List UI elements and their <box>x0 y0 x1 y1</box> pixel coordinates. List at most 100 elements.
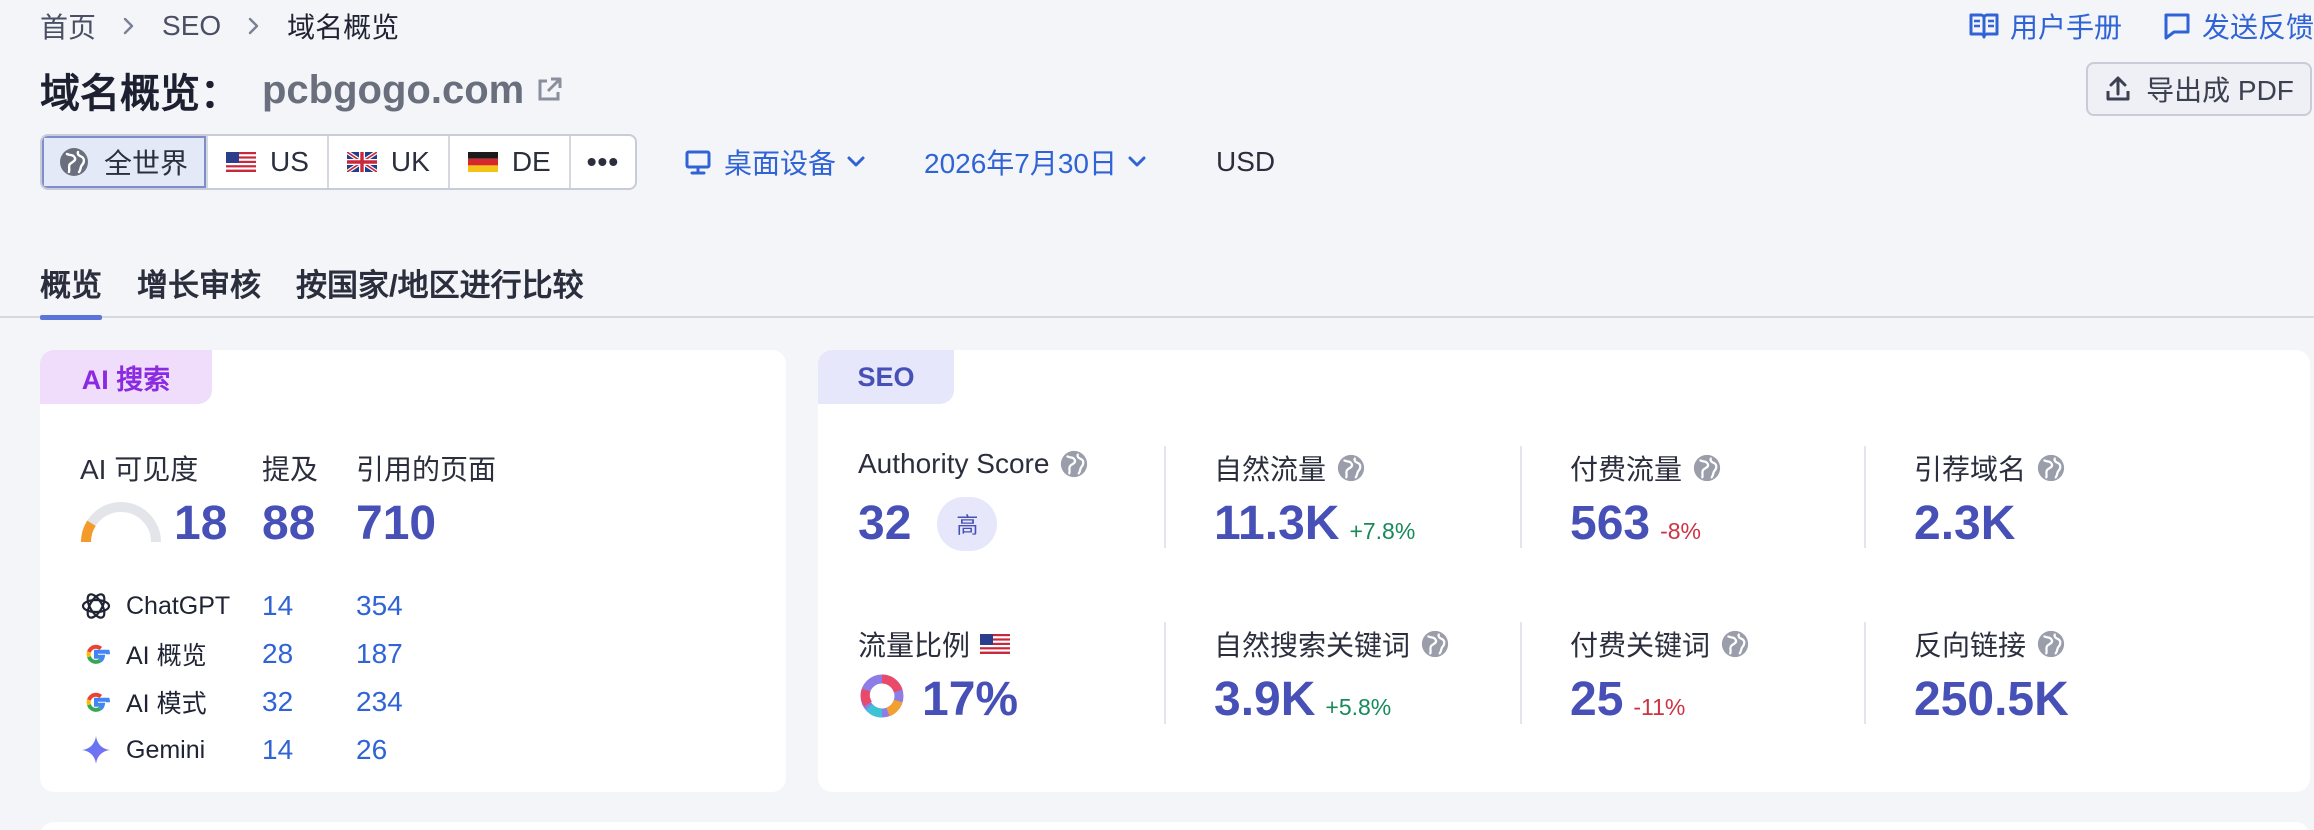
organic-keywords-label: 自然搜索关键词 <box>1214 624 1450 664</box>
mentions-label: 提及 <box>262 454 319 485</box>
ai-row-chatgpt: ChatGPT <box>80 586 230 626</box>
paid-traffic-label-text: 付费流量 <box>1570 454 1683 485</box>
divider <box>1520 622 1522 724</box>
us-flag-icon <box>980 634 1011 654</box>
seo-card: SEO Authority Score 32 高 自然流量 11.3K +7.8… <box>818 350 2310 792</box>
ai-row-cited[interactable]: 354 <box>356 586 403 626</box>
traffic-share-value: 17% <box>922 673 1019 726</box>
send-feedback-link[interactable]: 发送反馈 <box>2162 6 2314 46</box>
ai-row-name: AI 模式 <box>126 690 207 718</box>
ai-search-card: AI 搜索 AI 可见度 提及 引用的页面 18 88 710 ChatGPT … <box>40 350 786 792</box>
database-us-label: US <box>270 146 309 177</box>
authority-score-number[interactable]: 32 <box>858 496 911 551</box>
device-label: 桌面设备 <box>724 148 837 179</box>
globe-icon[interactable] <box>1720 629 1750 659</box>
ai-row-name: Gemini <box>126 735 206 764</box>
ai-row-mentions[interactable]: 32 <box>262 682 293 722</box>
paid-traffic-label: 付费流量 <box>1570 448 1722 488</box>
organic-keywords-label-text: 自然搜索关键词 <box>1214 630 1411 661</box>
ai-row-mentions[interactable]: 14 <box>262 586 293 626</box>
visibility-gauge-fill <box>81 520 96 543</box>
globe-icon[interactable] <box>1059 449 1089 479</box>
database-de[interactable]: DE <box>447 136 569 188</box>
database-us[interactable]: US <box>206 136 327 188</box>
tab-growth-audit[interactable]: 增长审核 <box>137 246 261 318</box>
visibility-gauge <box>81 502 161 543</box>
ai-row-cited[interactable]: 187 <box>356 634 403 674</box>
page-title: 域名概览： <box>40 72 240 116</box>
globe-icon[interactable] <box>1336 453 1366 483</box>
organic-traffic-delta: +7.8% <box>1349 518 1416 544</box>
mentions-value[interactable]: 88 <box>262 496 315 551</box>
organic-traffic-label: 自然流量 <box>1214 448 1366 488</box>
divider <box>1864 446 1866 548</box>
book-icon <box>1969 13 1999 39</box>
database-uk[interactable]: UK <box>326 136 448 188</box>
google-icon <box>86 644 110 664</box>
ai-row-mentions[interactable]: 28 <box>262 634 293 674</box>
authority-score-value: 32 高 <box>858 496 998 551</box>
ai-row-name: ChatGPT <box>126 591 231 620</box>
globe-icon[interactable] <box>1420 629 1450 659</box>
feedback-icon <box>2164 13 2190 40</box>
globe-icon <box>60 148 88 176</box>
referring-domains-value[interactable]: 2.3K <box>1914 496 2015 551</box>
authority-high-badge: 高 <box>937 496 998 551</box>
us-flag-icon <box>226 152 257 172</box>
cited-pages-label: 引用的页面 <box>356 454 497 485</box>
export-pdf-label: 导出成 PDF <box>2146 75 2294 106</box>
database-worldwide[interactable]: 全世界 <box>42 136 207 188</box>
date-label: 2026年7月30日 <box>924 148 1118 179</box>
globe-icon[interactable] <box>1692 453 1722 483</box>
tab-bar: 概览 增长审核 按国家/地区进行比较 <box>0 246 2314 320</box>
ai-row-gemini: Gemini <box>80 730 205 770</box>
gemini-icon <box>82 736 110 764</box>
database-selector: 全世界 US UK DE ••• <box>40 134 638 190</box>
paid-traffic-number[interactable]: 563 <box>1570 496 1650 551</box>
database-uk-label: UK <box>390 146 430 177</box>
backlinks-value[interactable]: 250.5K <box>1914 672 2069 727</box>
currency-label: USD <box>1216 146 1276 177</box>
breadcrumb-home[interactable]: 首页 <box>40 6 96 46</box>
ai-row-cited[interactable]: 26 <box>356 730 387 770</box>
traffic-share-label: 流量比例 <box>858 624 1011 664</box>
paid-traffic-value: 563 -8% <box>1570 496 1701 551</box>
ai-visibility-value: 18 <box>174 497 228 550</box>
seo-tag: SEO <box>818 350 954 404</box>
top-links: 用户手册 发送反馈 <box>1968 6 2314 46</box>
paid-keywords-number[interactable]: 25 <box>1570 672 1623 727</box>
paid-keywords-delta: -11% <box>1633 694 1686 720</box>
cited-pages-value[interactable]: 710 <box>356 496 436 551</box>
organic-traffic-label-text: 自然流量 <box>1214 454 1327 485</box>
user-manual-link[interactable]: 用户手册 <box>1968 6 2122 46</box>
chevron-down-icon <box>847 156 865 167</box>
ai-visibility-label: AI 可见度 <box>80 454 199 485</box>
google-icon <box>86 692 110 712</box>
authority-score-label-text: Authority Score <box>858 448 1050 479</box>
organic-traffic-number[interactable]: 11.3K <box>1214 496 1339 551</box>
organic-keywords-delta: +5.8% <box>1325 694 1392 720</box>
device-dropdown[interactable]: 桌面设备 <box>684 134 866 190</box>
send-feedback-label: 发送反馈 <box>2201 12 2314 43</box>
ai-row-mentions[interactable]: 14 <box>262 730 293 770</box>
chevron-right-icon <box>247 16 261 36</box>
database-worldwide-label: 全世界 <box>104 148 189 179</box>
organic-keywords-number[interactable]: 3.9K <box>1214 672 1315 727</box>
date-dropdown[interactable]: 2026年7月30日 <box>924 134 1147 190</box>
title-row: 域名概览： pcbgogo.com <box>40 62 564 118</box>
breadcrumb-seo[interactable]: SEO <box>162 10 221 42</box>
paid-traffic-delta: -8% <box>1660 518 1701 544</box>
backlinks-label: 反向链接 <box>1914 624 2066 664</box>
ai-row-ai-overview: AI 概览 <box>80 634 207 674</box>
ai-row-cited[interactable]: 234 <box>356 682 403 722</box>
more-databases-button[interactable]: ••• <box>568 136 635 188</box>
globe-icon[interactable] <box>2036 453 2066 483</box>
export-pdf-button[interactable]: 导出成 PDF <box>2086 62 2312 116</box>
tab-overview[interactable]: 概览 <box>40 246 102 320</box>
breadcrumb: 首页 SEO 域名概览 <box>40 6 399 46</box>
external-link-icon[interactable] <box>534 75 564 105</box>
tab-compare-countries[interactable]: 按国家/地区进行比较 <box>296 246 584 318</box>
organic-keywords-value: 3.9K +5.8% <box>1214 672 1391 727</box>
de-flag-icon <box>467 152 498 172</box>
globe-icon[interactable] <box>2036 629 2066 659</box>
